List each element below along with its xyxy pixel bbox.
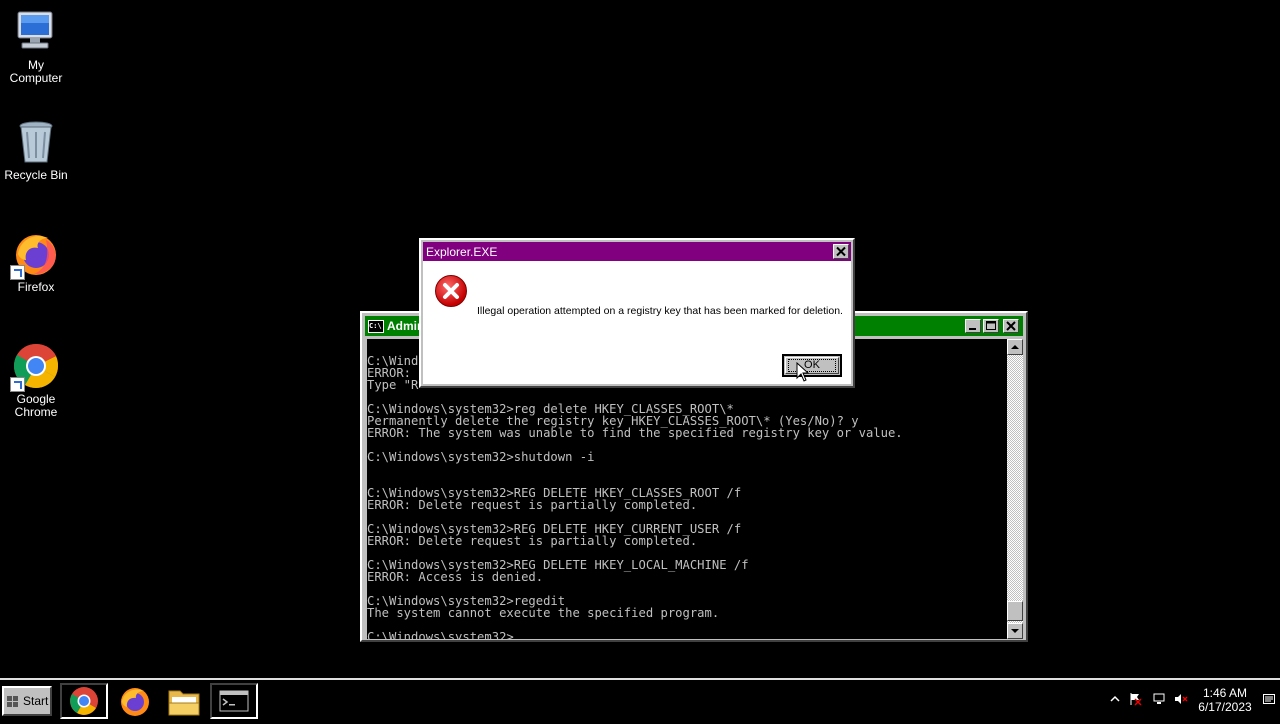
error-dialog[interactable]: Explorer.EXE Illegal operation attempted… (419, 238, 855, 388)
action-center-flag-icon[interactable] (1128, 692, 1142, 706)
taskbar-clock[interactable]: 1:46 AM 6/17/2023 (1190, 686, 1260, 714)
ok-button[interactable]: OK (782, 354, 842, 377)
close-icon (1006, 321, 1016, 331)
clock-time: 1:46 AM (1202, 686, 1248, 700)
command-prompt-icon (219, 690, 249, 712)
taskbar-app-chrome[interactable] (60, 683, 108, 719)
dialog-message: Illegal operation attempted on a registr… (477, 305, 843, 317)
windows-logo-icon (7, 696, 18, 707)
taskbar-app-file-explorer[interactable] (160, 683, 208, 719)
my-computer-icon (12, 8, 60, 56)
file-explorer-icon (168, 690, 200, 716)
notification-icon[interactable] (1262, 692, 1276, 706)
taskbar-app-firefox[interactable] (110, 683, 158, 719)
desktop-icon-label: Firefox (17, 280, 55, 294)
scroll-up-button[interactable] (1007, 339, 1023, 355)
chrome-icon (70, 687, 98, 715)
minimize-button[interactable] (965, 319, 981, 333)
desktop-icon-label: Chrome (14, 405, 58, 419)
dialog-title-bar[interactable]: Explorer.EXE (423, 242, 851, 261)
system-tray: 1:46 AM 6/17/2023 (1108, 680, 1280, 720)
clock-date: 6/17/2023 (1198, 700, 1252, 714)
console-output-text: C:\Windo ERROR: Type "R C:\Windows\syste… (367, 354, 903, 639)
close-icon (836, 246, 846, 257)
volume-muted-icon[interactable] (1174, 692, 1188, 706)
shortcut-arrow-icon (10, 377, 25, 392)
desktop-icon-recycle-bin[interactable]: Recycle Bin (0, 118, 74, 182)
start-button[interactable]: Start (2, 686, 52, 716)
arrow-down-icon (1011, 629, 1019, 633)
maximize-icon (986, 321, 996, 330)
network-icon[interactable] (1152, 692, 1166, 706)
error-icon (435, 275, 467, 307)
maximize-button[interactable] (983, 319, 999, 333)
show-hidden-icons-chevron-icon[interactable] (1108, 692, 1122, 706)
dialog-body: Illegal operation attempted on a registr… (423, 261, 851, 384)
arrow-up-icon (1011, 345, 1019, 349)
recycle-bin-icon (12, 118, 60, 166)
desktop-icon-chrome[interactable]: Google Chrome (0, 342, 74, 419)
scroll-down-button[interactable] (1007, 623, 1023, 639)
firefox-icon (121, 688, 149, 716)
taskbar-app-command-prompt[interactable] (210, 683, 258, 719)
firefox-icon (10, 230, 60, 280)
console-scrollbar[interactable] (1007, 339, 1023, 639)
shortcut-arrow-icon (10, 265, 25, 280)
command-prompt-icon: C:\ (368, 320, 384, 333)
taskbar: Start 1:46 AM 6/17/2023 (0, 678, 1280, 720)
chrome-icon (10, 342, 60, 392)
desktop-icon-label: Recycle Bin (4, 168, 68, 182)
scroll-thumb[interactable] (1007, 601, 1023, 621)
close-button[interactable] (1003, 319, 1019, 333)
dialog-close-button[interactable] (833, 244, 849, 259)
desktop-icon-firefox[interactable]: Firefox (0, 230, 74, 294)
desktop-icon-label: Computer (9, 71, 63, 85)
start-label: Start (23, 694, 49, 708)
dialog-title: Explorer.EXE (426, 245, 498, 259)
desktop-icon-my-computer[interactable]: My Computer (0, 8, 74, 85)
minimize-icon (969, 328, 976, 330)
